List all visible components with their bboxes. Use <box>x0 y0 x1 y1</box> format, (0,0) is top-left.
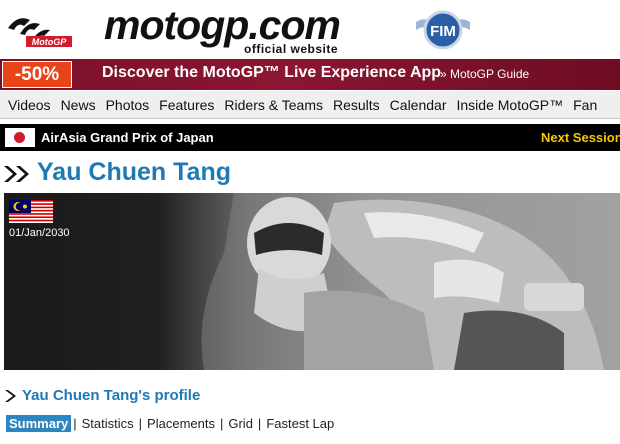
tab-separator: | <box>219 415 224 431</box>
nav-item-results[interactable]: Results <box>328 97 385 113</box>
event-bar: AirAsia Grand Prix of Japan Next Session <box>0 124 620 151</box>
site-header: MotoGP motogp.com official website FIM <box>0 0 620 58</box>
tab-fastest-lap[interactable]: Fastest Lap <box>263 415 337 432</box>
motogp-logo-icon[interactable]: MotoGP <box>6 10 76 50</box>
tab-separator: | <box>138 415 143 431</box>
event-name[interactable]: AirAsia Grand Prix of Japan <box>41 130 214 145</box>
nav-item-videos[interactable]: Videos <box>0 97 56 113</box>
fim-logo-icon[interactable]: FIM <box>414 8 472 52</box>
rider-banner: 01/Jan/2030 <box>4 193 620 370</box>
profile-tabs: Summary | Statistics | Placements | Grid… <box>6 413 620 433</box>
nav-item-features[interactable]: Features <box>154 97 219 113</box>
profile-heading: Yau Chuen Tang's profile <box>22 387 201 404</box>
nav-item-news[interactable]: News <box>56 97 101 113</box>
chevron-right-icon <box>5 390 16 402</box>
nav-item-riders-teams[interactable]: Riders & Teams <box>219 97 328 113</box>
tab-separator: | <box>73 415 77 431</box>
motogp-guide-link[interactable]: » MotoGP Guide <box>440 67 529 81</box>
next-session-label[interactable]: Next Session <box>541 130 620 145</box>
promo-headline[interactable]: Discover the MotoGP™ Live Experience App <box>102 64 441 82</box>
tab-summary[interactable]: Summary <box>6 414 72 432</box>
discount-badge: -50% <box>2 61 72 88</box>
rider-artwork-icon <box>201 193 620 370</box>
double-chevron-icon <box>4 166 29 182</box>
nav-item-inside-motogp[interactable]: Inside MotoGP™ <box>452 97 569 113</box>
logo-mark-text: MotoGP <box>32 37 67 47</box>
tab-placements[interactable]: Placements <box>144 415 218 432</box>
japan-flag-icon <box>5 128 35 147</box>
tab-statistics[interactable]: Statistics <box>79 415 137 432</box>
malaysia-flag-icon <box>9 200 53 223</box>
promo-banner[interactable]: -50% Discover the MotoGP™ Live Experienc… <box>0 59 620 90</box>
fim-logo-text: FIM <box>430 23 456 40</box>
tab-grid[interactable]: Grid <box>225 415 256 432</box>
nav-item-photos[interactable]: Photos <box>101 97 155 113</box>
page-title: Yau Chuen Tang <box>37 158 231 186</box>
rider-birth-date: 01/Jan/2030 <box>9 227 70 239</box>
site-logo-subtitle: official website <box>244 42 339 56</box>
tab-separator: | <box>257 415 262 431</box>
nav-item-fan[interactable]: Fan <box>568 97 602 113</box>
nav-item-calendar[interactable]: Calendar <box>385 97 452 113</box>
main-nav: Videos News Photos Features Riders & Tea… <box>0 91 620 119</box>
